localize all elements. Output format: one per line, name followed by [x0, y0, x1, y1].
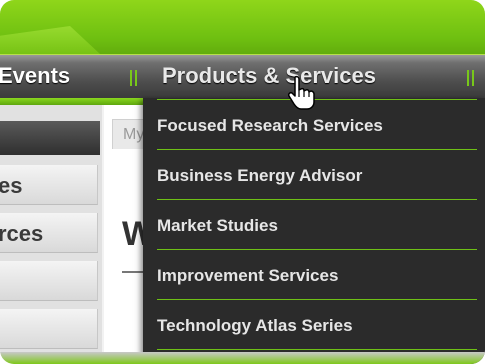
- menu-item-technology-atlas-series[interactable]: Technology Atlas Series: [157, 300, 485, 350]
- sidebar-item-label: es: [0, 173, 23, 198]
- sidebar-item[interactable]: rces: [0, 213, 98, 253]
- menu-item-business-energy-advisor[interactable]: Business Energy Advisor: [157, 150, 485, 200]
- sidebar-header: [0, 121, 100, 155]
- products-services-dropdown: Focused Research Services Business Energ…: [143, 98, 485, 364]
- footer-edge: [0, 352, 485, 364]
- menu-item-market-studies[interactable]: Market Studies: [157, 200, 485, 250]
- header-tab-shape: [0, 26, 100, 54]
- nav-separator: [467, 70, 474, 86]
- app-window: Events Products & Services es rces My W …: [0, 0, 485, 364]
- hand-pointer-icon: [288, 75, 315, 110]
- sidebar-item[interactable]: es: [0, 165, 98, 205]
- nav-item-products-services[interactable]: Products & Services: [162, 63, 376, 89]
- menu-item-focused-research-services[interactable]: Focused Research Services: [157, 100, 485, 150]
- sidebar-item[interactable]: [0, 261, 98, 301]
- sidebar-item-label: rces: [0, 221, 44, 246]
- main-nav: Events Products & Services: [0, 54, 485, 99]
- nav-item-events[interactable]: Events: [0, 63, 70, 89]
- menu-divider: [157, 349, 477, 350]
- nav-separator: [130, 70, 137, 86]
- menu-item-improvement-services[interactable]: Improvement Services: [157, 250, 485, 300]
- site-header: [0, 0, 485, 54]
- sidebar-item[interactable]: [0, 309, 98, 349]
- sidebar: es rces: [0, 105, 102, 364]
